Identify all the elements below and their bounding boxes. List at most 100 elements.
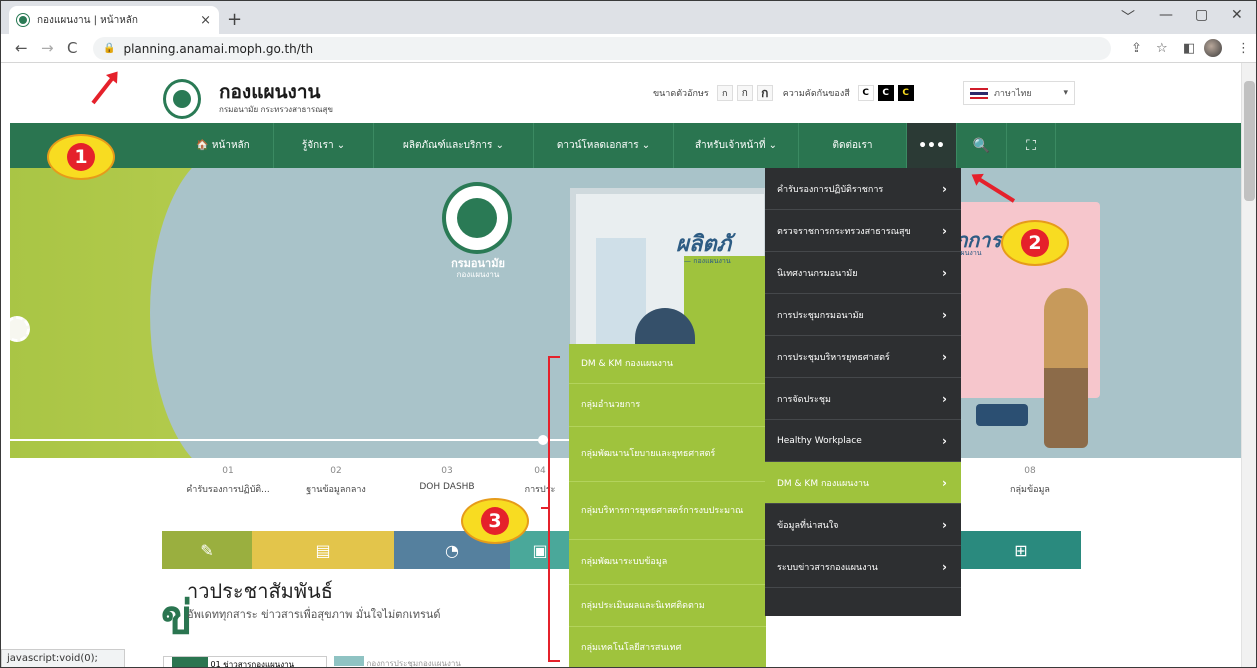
quick-link-number: 04 bbox=[534, 466, 546, 476]
submenu-item[interactable]: กลุ่มอำนวยการ bbox=[569, 384, 766, 427]
address-bar[interactable]: 🔒 planning.anamai.moph.go.th/th bbox=[93, 37, 1111, 60]
quick-link[interactable]: 04 การประ bbox=[510, 466, 570, 496]
nav-staff[interactable]: สำหรับเจ้าหน้าที่ ⌄ bbox=[673, 123, 798, 168]
news-subtitle: อัพเดททุกสาระ ข่าวสารเพื่อสุขภาพ มั่นใจไ… bbox=[187, 608, 441, 621]
submenu-item[interactable]: กลุ่มพัฒนาระบบข้อมูล bbox=[569, 540, 766, 585]
close-window-button[interactable]: ✕ bbox=[1231, 7, 1243, 23]
annotation-bracket-tick bbox=[541, 507, 549, 509]
reload-button[interactable]: C bbox=[67, 39, 77, 57]
back-button[interactable]: ← bbox=[15, 39, 28, 57]
contrast-yellow-button[interactable]: C bbox=[897, 85, 914, 101]
side-panel-icon[interactable]: ◧ bbox=[1183, 41, 1195, 56]
ministry-emblem-icon bbox=[442, 182, 512, 254]
submenu-item[interactable]: DM & KM กองแผนงาน bbox=[569, 344, 766, 384]
dropdown-item[interactable]: ตรวจราชการกระทรวงสาธารณสุข › bbox=[765, 210, 961, 252]
nav-sitemap-icon[interactable]: ⛶ bbox=[1006, 123, 1056, 168]
annotation-bracket bbox=[548, 356, 560, 662]
dropdown-item[interactable]: การจัดประชุม › bbox=[765, 378, 961, 420]
tab-strip: กองแผนงาน | หน้าหลัก × + ﹀ — ▢ ✕ bbox=[1, 1, 1256, 34]
language-select[interactable]: ภาษาไทย ▾ bbox=[963, 81, 1075, 105]
nav-contact[interactable]: ติดต่อเรา bbox=[798, 123, 906, 168]
menu-kebab-icon[interactable]: ⋮ bbox=[1237, 41, 1250, 56]
nav-about[interactable]: รู้จักเรา ⌄ bbox=[273, 123, 373, 168]
quick-link-number: 01 bbox=[222, 466, 234, 476]
submenu-item[interactable]: กลุ่มเทคโนโลยีสารสนเทศ bbox=[569, 627, 766, 667]
dropdown-item-label: คำรับรองการปฏิบัติราชการ bbox=[777, 184, 884, 195]
dropdown-item[interactable]: นิเทศงานกรมอนามัย › bbox=[765, 252, 961, 294]
quick-link-number: 03 bbox=[441, 466, 453, 476]
slider-track[interactable] bbox=[10, 439, 570, 441]
quick-link-label: การประ bbox=[524, 485, 556, 495]
dropdown-item[interactable]: การประชุมบริหารยุทธศาสตร์ › bbox=[765, 336, 961, 378]
nav-more-button[interactable]: ••• bbox=[906, 123, 956, 168]
database-icon[interactable]: ▤ bbox=[252, 531, 394, 569]
news-tab-2[interactable]: กองการประชุมกองแผนงาน bbox=[334, 656, 504, 667]
contrast-dark-button[interactable]: C bbox=[877, 85, 894, 101]
minimize-button[interactable]: — bbox=[1159, 7, 1173, 23]
chevron-right-icon: › bbox=[942, 517, 947, 532]
bookmark-star-icon[interactable]: ☆ bbox=[1156, 41, 1168, 56]
thai-flag-icon bbox=[970, 87, 988, 99]
dropdown-item[interactable]: ข้อมูลที่น่าสนใจ › bbox=[765, 504, 961, 546]
nav-downloads[interactable]: ดาวน์โหลดเอกสาร ⌄ bbox=[533, 123, 673, 168]
profile-avatar[interactable] bbox=[1204, 39, 1222, 57]
submenu-item[interactable]: กลุ่มประเมินผลและนิเทศติดตาม bbox=[569, 585, 766, 627]
dropdown-item[interactable]: คำรับรองการปฏิบัติราชการ › bbox=[765, 168, 961, 210]
scrollbar-thumb[interactable] bbox=[1244, 81, 1255, 201]
nav-products[interactable]: ผลิตภัณฑ์และบริการ ⌄ bbox=[373, 123, 533, 168]
browser-window: กองแผนงาน | หน้าหลัก × + ﹀ — ▢ ✕ ← → C 🔒… bbox=[0, 0, 1257, 668]
chevron-right-icon: › bbox=[942, 265, 947, 280]
chevron-right-icon: › bbox=[942, 223, 947, 238]
submenu-item[interactable]: กลุ่มบริหารการยุทธศาสตร์การงบประมาณ bbox=[569, 482, 766, 540]
dropdown-item[interactable]: ระบบข่าวสารกองแผนงาน › bbox=[765, 546, 961, 588]
chevron-right-icon: › bbox=[942, 181, 947, 196]
more-dropdown-menu: คำรับรองการปฏิบัติราชการ › ตรวจราชการกระท… bbox=[765, 168, 961, 616]
site-favicon-icon bbox=[17, 14, 29, 26]
quick-link[interactable]: 08 กลุ่มข้อมูล bbox=[970, 466, 1090, 496]
quick-link-number: 02 bbox=[330, 466, 342, 476]
maximize-button[interactable]: ▢ bbox=[1195, 7, 1208, 23]
font-size-small-button[interactable]: ก bbox=[716, 85, 733, 101]
emblem-subcaption: กองแผนงาน bbox=[456, 270, 500, 279]
chevron-right-icon: › bbox=[942, 475, 947, 490]
main-navigation: 🏠 หน้าหลัก รู้จักเรา ⌄ ผลิตภัณฑ์และบริกา… bbox=[10, 123, 1241, 168]
dropdown-item-active[interactable]: DM & KM กองแผนงาน › bbox=[765, 462, 961, 504]
new-tab-button[interactable]: + bbox=[227, 9, 242, 30]
contrast-normal-button[interactable]: C bbox=[857, 85, 874, 101]
tab-search-icon[interactable]: ﹀ bbox=[1121, 7, 1135, 27]
toolbar: ← → C 🔒 planning.anamai.moph.go.th/th ⇪ … bbox=[1, 34, 1256, 63]
dropdown-item[interactable]: Healthy Workplace › bbox=[765, 420, 961, 462]
font-size-medium-button[interactable]: ก bbox=[736, 85, 753, 101]
forward-button[interactable]: → bbox=[41, 39, 54, 57]
chevron-right-icon: › bbox=[942, 391, 947, 406]
dropdown-item-label: การประชุมกรมอนามัย bbox=[777, 310, 864, 321]
illustration-person bbox=[1044, 288, 1088, 448]
table-icon[interactable]: ⊞ bbox=[961, 531, 1081, 569]
font-size-label: ขนาดตัวอักษร bbox=[653, 89, 709, 99]
news-tab-1[interactable]: 01 ข่าวสารกองแผนงาน bbox=[163, 656, 327, 667]
annotation-badge-3: 3 bbox=[461, 498, 529, 544]
tab-close-icon[interactable]: × bbox=[200, 13, 211, 28]
badge-number: 2 bbox=[1021, 229, 1049, 257]
dropdown-item-label: นิเทศงานกรมอนามัย bbox=[777, 268, 858, 279]
dropdown-item-label: การจัดประชุม bbox=[777, 394, 831, 405]
quick-link[interactable]: 01 คำรับรองการปฏิบัติ... bbox=[168, 466, 288, 496]
quick-link-label: กลุ่มข้อมูล bbox=[1010, 485, 1050, 495]
submenu-item[interactable]: กลุ่มพัฒนานโยบายและยุทธศาสตร์ bbox=[569, 427, 766, 482]
nav-search-icon[interactable]: 🔍 bbox=[956, 123, 1006, 168]
lock-icon: 🔒 bbox=[103, 43, 116, 54]
tab-title: กองแผนงาน | หน้าหลัก bbox=[37, 14, 138, 26]
share-icon[interactable]: ⇪ bbox=[1131, 41, 1142, 56]
quick-link-label: คำรับรองการปฏิบัติ... bbox=[186, 485, 270, 495]
quick-link[interactable]: 03 DOH DASHB bbox=[387, 466, 507, 492]
slider-handle[interactable] bbox=[538, 435, 548, 445]
edit-icon[interactable]: ✎ bbox=[162, 531, 252, 569]
dropdown-item[interactable]: การประชุมกรมอนามัย › bbox=[765, 294, 961, 336]
badge-number: 1 bbox=[67, 143, 95, 171]
font-size-large-button[interactable]: ก bbox=[756, 85, 773, 101]
quick-link[interactable]: 02 ฐานข้อมูลกลาง bbox=[276, 466, 396, 496]
browser-tab[interactable]: กองแผนงาน | หน้าหลัก × bbox=[9, 6, 219, 34]
department-logo-icon[interactable] bbox=[163, 79, 201, 119]
nav-home[interactable]: 🏠 หน้าหลัก bbox=[173, 123, 273, 168]
badge-number: 3 bbox=[481, 507, 509, 535]
